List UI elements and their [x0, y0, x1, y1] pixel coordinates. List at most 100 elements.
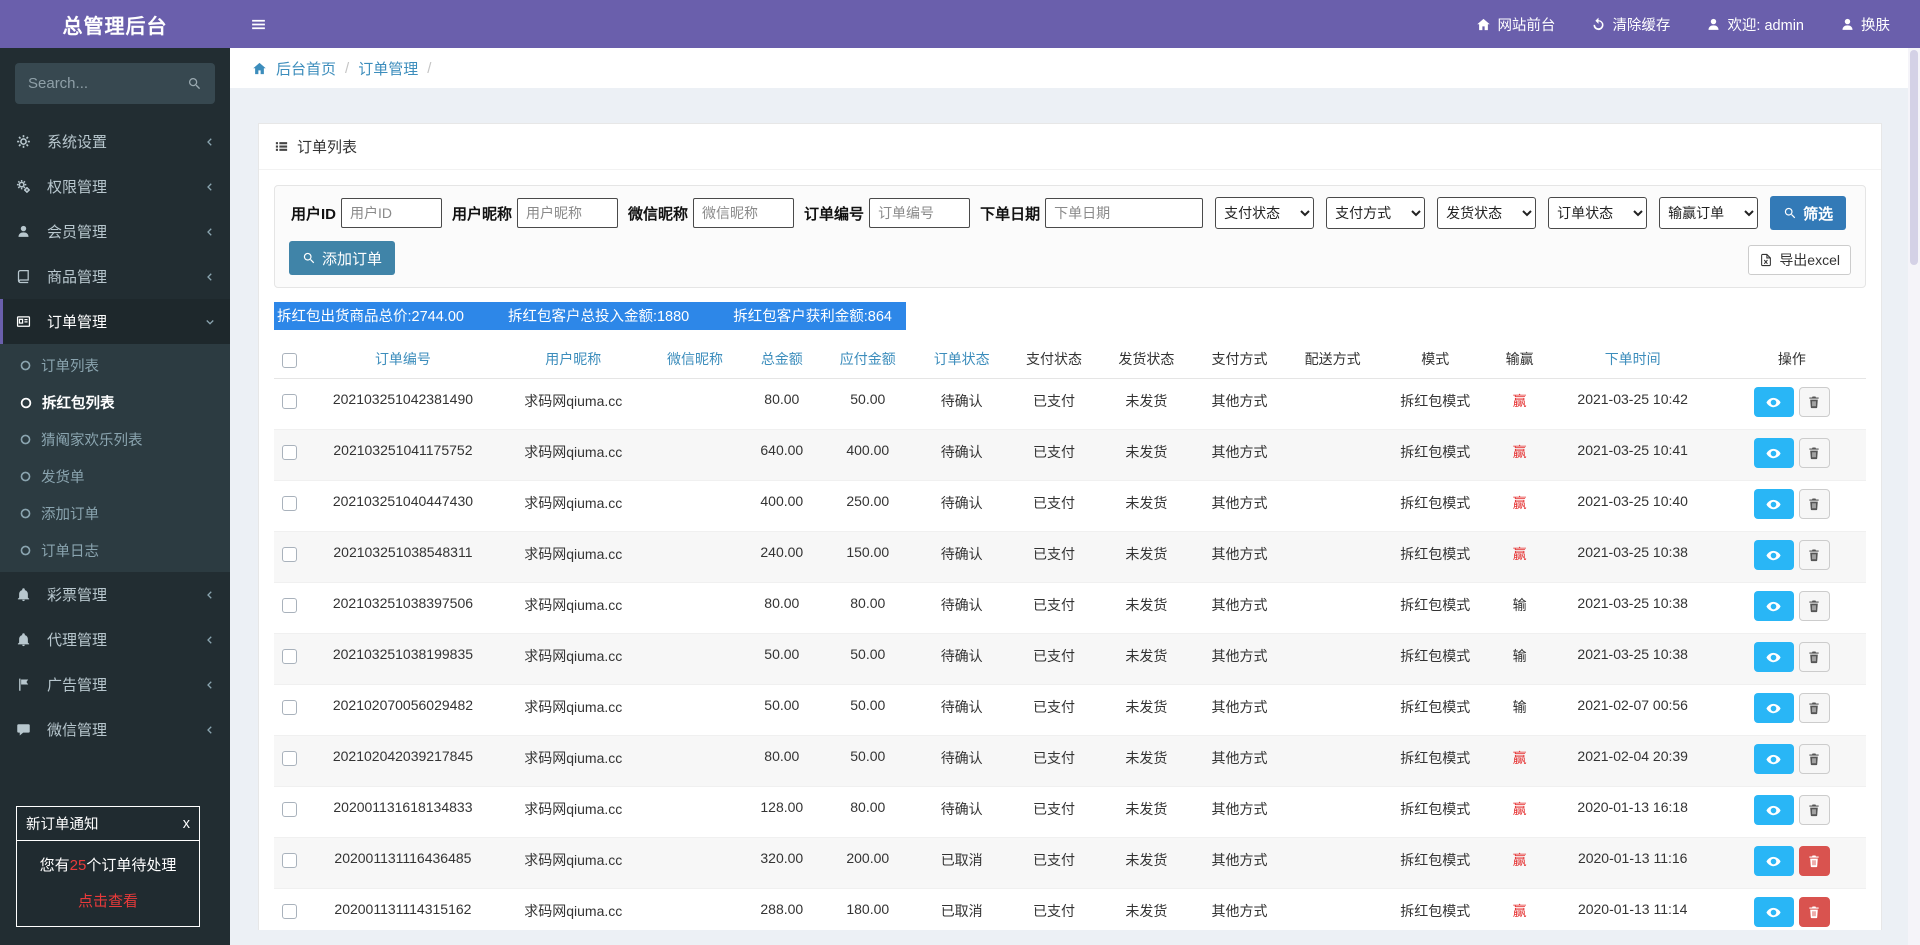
- sidebar-item[interactable]: 会员管理: [0, 209, 230, 254]
- cell-no: 202001131114315162: [306, 889, 500, 931]
- delete-order-button[interactable]: [1799, 387, 1830, 417]
- delete-order-button[interactable]: [1799, 540, 1830, 570]
- delete-order-button[interactable]: [1799, 846, 1830, 876]
- sidebar-subitem[interactable]: 订单列表: [0, 347, 230, 384]
- view-order-button[interactable]: [1754, 642, 1794, 672]
- notification-text-suffix: 个订单待处理: [86, 857, 176, 874]
- filter-select[interactable]: 订单状态: [1548, 197, 1647, 229]
- view-order-button[interactable]: [1754, 846, 1794, 876]
- sidebar-subitem[interactable]: 订单日志: [0, 532, 230, 569]
- cell-actions: [1718, 532, 1866, 583]
- row-checkbox[interactable]: [282, 700, 297, 715]
- filter-input[interactable]: [1045, 198, 1203, 228]
- export-excel-button[interactable]: 导出excel: [1748, 245, 1851, 275]
- cell-time: 2020-01-13 11:16: [1548, 838, 1718, 889]
- view-order-button[interactable]: [1754, 489, 1794, 519]
- view-order-button[interactable]: [1754, 387, 1794, 417]
- delete-order-button[interactable]: [1799, 591, 1830, 621]
- brand[interactable]: 总管理后台: [0, 0, 230, 48]
- sidebar-subitem[interactable]: 拆红包列表: [0, 384, 230, 421]
- delete-order-button[interactable]: [1799, 642, 1830, 672]
- sidebar-toggle[interactable]: [230, 0, 287, 48]
- notification-view-link[interactable]: 点击查看: [17, 877, 199, 926]
- search-icon[interactable]: [187, 76, 202, 91]
- row-checkbox[interactable]: [282, 649, 297, 664]
- circle-icon: [19, 433, 32, 446]
- delete-order-button[interactable]: [1799, 489, 1830, 519]
- cell-payable: 180.00: [820, 889, 916, 931]
- row-checkbox[interactable]: [282, 547, 297, 562]
- cell-mode: 拆红包模式: [1379, 787, 1492, 838]
- cell-result: 赢: [1492, 889, 1548, 931]
- sidebar-item[interactable]: 商品管理: [0, 254, 230, 299]
- sidebar-item[interactable]: 彩票管理: [0, 572, 230, 617]
- filter-select[interactable]: 发货状态: [1437, 197, 1536, 229]
- breadcrumb-section[interactable]: 订单管理: [358, 58, 418, 79]
- navbar-link[interactable]: 欢迎: admin: [1706, 14, 1804, 35]
- search-icon: [1783, 206, 1797, 220]
- delete-order-button[interactable]: [1799, 744, 1830, 774]
- sidebar-subitem[interactable]: 添加订单: [0, 495, 230, 532]
- row-checkbox[interactable]: [282, 598, 297, 613]
- sidebar-subitem[interactable]: 发货单: [0, 458, 230, 495]
- view-order-button[interactable]: [1754, 897, 1794, 927]
- page-scrollbar[interactable]: [1908, 48, 1920, 945]
- view-order-button[interactable]: [1754, 540, 1794, 570]
- sidebar-item[interactable]: 系统设置: [0, 119, 230, 164]
- delete-order-button[interactable]: [1799, 693, 1830, 723]
- row-checkbox[interactable]: [282, 496, 297, 511]
- sidebar-item[interactable]: 广告管理: [0, 662, 230, 707]
- view-order-button[interactable]: [1754, 591, 1794, 621]
- row-checkbox[interactable]: [282, 445, 297, 460]
- delete-order-button[interactable]: [1799, 438, 1830, 468]
- filter-select[interactable]: 支付状态: [1215, 197, 1314, 229]
- table-row: 202103251042381490求码网qiuma.cc80.0050.00待…: [274, 379, 1866, 430]
- breadcrumb-home[interactable]: 后台首页: [276, 58, 336, 79]
- circle-icon: [19, 507, 32, 520]
- filter-input[interactable]: [693, 198, 794, 228]
- search-input[interactable]: [28, 75, 187, 92]
- sidebar-subitem[interactable]: 猜阄家欢乐列表: [0, 421, 230, 458]
- column-header[interactable]: 总金额: [744, 340, 820, 379]
- view-order-button[interactable]: [1754, 744, 1794, 774]
- sidebar-item[interactable]: 代理管理: [0, 617, 230, 662]
- filter-row: 用户ID用户昵称微信昵称订单编号下单日期支付状态支付方式发货状态订单状态输赢订单…: [289, 196, 1851, 230]
- column-header[interactable]: 订单状态: [916, 340, 1008, 379]
- column-header[interactable]: 应付金额: [820, 340, 916, 379]
- sidebar-item[interactable]: 微信管理: [0, 707, 230, 752]
- navbar-link[interactable]: 网站前台: [1476, 14, 1555, 35]
- row-checkbox[interactable]: [282, 802, 297, 817]
- add-order-button[interactable]: 添加订单: [289, 241, 395, 275]
- filter-input[interactable]: [869, 198, 970, 228]
- delete-order-button[interactable]: [1799, 795, 1830, 825]
- view-order-button[interactable]: [1754, 438, 1794, 468]
- column-header[interactable]: 订单编号: [306, 340, 500, 379]
- filter-button[interactable]: 筛选: [1770, 196, 1846, 230]
- scrollbar-thumb[interactable]: [1910, 50, 1918, 265]
- view-order-button[interactable]: [1754, 795, 1794, 825]
- select-all-checkbox[interactable]: [282, 353, 297, 368]
- row-checkbox[interactable]: [282, 394, 297, 409]
- filter-select[interactable]: 支付方式: [1326, 197, 1425, 229]
- column-header[interactable]: 下单时间: [1548, 340, 1718, 379]
- view-order-button[interactable]: [1754, 693, 1794, 723]
- row-checkbox[interactable]: [282, 751, 297, 766]
- bell-icon: [16, 632, 40, 647]
- filter-select[interactable]: 输赢订单: [1659, 197, 1758, 229]
- delete-order-button[interactable]: [1799, 897, 1830, 927]
- column-header[interactable]: 微信昵称: [647, 340, 744, 379]
- cell-wechat: [647, 787, 744, 838]
- row-checkbox[interactable]: [282, 853, 297, 868]
- trash-icon: [1807, 854, 1821, 868]
- sidebar-item[interactable]: 权限管理: [0, 164, 230, 209]
- filter-input[interactable]: [517, 198, 618, 228]
- sidebar-item[interactable]: 订单管理: [0, 299, 230, 344]
- notification-close-button[interactable]: x: [183, 816, 190, 832]
- column-header[interactable]: 用户昵称: [500, 340, 646, 379]
- cell-time: 2021-03-25 10:38: [1548, 583, 1718, 634]
- summary-bar: 拆红包出货商品总价:2744.00拆红包客户总投入金额:1880拆红包客户获利金…: [274, 302, 906, 330]
- navbar-link[interactable]: 换肤: [1840, 14, 1890, 35]
- row-checkbox[interactable]: [282, 904, 297, 919]
- filter-input[interactable]: [341, 198, 442, 228]
- navbar-link[interactable]: 清除缓存: [1591, 14, 1670, 35]
